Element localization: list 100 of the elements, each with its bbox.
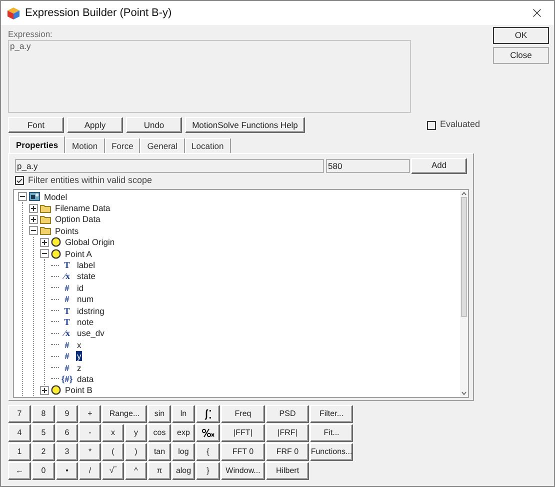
tree-item[interactable]: use_dv bbox=[76, 328, 106, 338]
keypad-key[interactable]: Functions... bbox=[310, 443, 353, 461]
keypad-key[interactable]: * bbox=[79, 443, 101, 461]
type-icon: # bbox=[61, 282, 73, 293]
plus-box-icon[interactable] bbox=[29, 204, 38, 213]
folder-icon bbox=[40, 226, 51, 236]
keypad-key[interactable]: Window... bbox=[221, 462, 265, 480]
keypad-key[interactable]: 2 bbox=[32, 443, 55, 461]
keypad-key[interactable]: 7 bbox=[8, 405, 31, 423]
keypad-key[interactable]: ) bbox=[125, 443, 147, 461]
tree-item[interactable]: Global Origin bbox=[64, 237, 116, 248]
keypad-key[interactable]: |FFT| bbox=[221, 424, 265, 442]
tree-item[interactable]: y bbox=[76, 351, 82, 362]
minus-box-icon[interactable] bbox=[18, 192, 27, 202]
checkbox[interactable] bbox=[426, 120, 436, 130]
tree-item[interactable]: z bbox=[76, 362, 82, 373]
keypad-key[interactable]: Filter... bbox=[310, 405, 353, 423]
tree-item[interactable]: Point B bbox=[64, 385, 94, 396]
checkbox[interactable] bbox=[15, 176, 24, 185]
keypad-key[interactable]: y bbox=[125, 424, 147, 442]
keypad-key[interactable]: } bbox=[196, 462, 220, 480]
keypad-key[interactable]: 0 bbox=[32, 462, 55, 480]
keypad-key[interactable]: - bbox=[79, 424, 101, 442]
id-field[interactable]: 580 bbox=[326, 158, 410, 172]
scrollbar-thumb[interactable] bbox=[461, 197, 467, 317]
tree-item[interactable]: note bbox=[76, 316, 95, 327]
keypad-key[interactable]: log bbox=[172, 443, 195, 461]
keypad-key[interactable]: Fit... bbox=[310, 424, 353, 442]
keypad-key[interactable]: ^ bbox=[125, 462, 147, 480]
toolbar-button[interactable]: MotionSolve Functions Help bbox=[185, 117, 305, 133]
keypad-key[interactable]: exp bbox=[172, 424, 195, 442]
minus-box-icon[interactable] bbox=[40, 249, 49, 258]
tree-item[interactable]: idstring bbox=[76, 306, 106, 316]
keypad-key[interactable]: Freq bbox=[221, 405, 265, 423]
tab[interactable]: Location bbox=[184, 138, 231, 153]
keypad-key[interactable]: 3 bbox=[56, 443, 78, 461]
keypad-key[interactable]: FFT 0 bbox=[221, 443, 265, 461]
dialog-button[interactable]: OK bbox=[493, 27, 549, 44]
toolbar-button[interactable]: Undo bbox=[126, 117, 182, 133]
keypad-key[interactable]: + bbox=[79, 405, 101, 423]
folder-icon bbox=[40, 214, 51, 224]
dialog-button[interactable]: Close bbox=[493, 47, 549, 64]
keypad-key[interactable]: FRF 0 bbox=[266, 443, 309, 461]
keypad-key[interactable]: Range... bbox=[102, 405, 147, 423]
plus-box-icon[interactable] bbox=[29, 214, 38, 224]
tree-item[interactable]: id bbox=[76, 282, 85, 293]
keypad-key[interactable]: ln bbox=[172, 405, 195, 423]
keypad-key[interactable]: 5 bbox=[32, 424, 55, 442]
derivative-button[interactable] bbox=[196, 424, 220, 442]
keypad-key[interactable]: alog bbox=[172, 462, 195, 480]
keypad-key[interactable]: PSD bbox=[266, 405, 309, 423]
checkbox-label: Evaluated bbox=[440, 118, 480, 132]
tree-item[interactable]: label bbox=[76, 260, 96, 270]
tree-item[interactable]: Option Data bbox=[54, 214, 102, 224]
tree-item[interactable]: Model bbox=[43, 192, 68, 202]
tree-item[interactable]: x bbox=[76, 340, 82, 350]
keypad-key[interactable]: sin bbox=[148, 405, 171, 423]
integral-button[interactable] bbox=[196, 405, 220, 423]
keypad-key[interactable]: { bbox=[196, 443, 220, 461]
keypad-key[interactable]: ← bbox=[8, 462, 31, 480]
scrollbar[interactable] bbox=[460, 190, 468, 397]
keypad-key[interactable]: 4 bbox=[8, 424, 31, 442]
keypad-key[interactable]: tan bbox=[148, 443, 171, 461]
plus-box-icon[interactable] bbox=[40, 238, 49, 247]
keypad-key[interactable]: 6 bbox=[56, 424, 78, 442]
tree-item[interactable]: data bbox=[76, 374, 95, 384]
keypad-key[interactable]: |FRF| bbox=[266, 424, 309, 442]
minus-box-icon[interactable] bbox=[29, 226, 38, 236]
toolbar-button[interactable]: Apply bbox=[67, 117, 123, 133]
keypad-key[interactable]: x bbox=[102, 424, 124, 442]
tree-item[interactable]: Filename Data bbox=[54, 203, 112, 214]
toolbar-button[interactable]: Font bbox=[8, 117, 64, 133]
keypad-key[interactable]: 8 bbox=[32, 405, 55, 423]
keypad-key[interactable]: • bbox=[56, 462, 78, 480]
expression-label: Expression: bbox=[8, 29, 54, 40]
tree-item[interactable]: Point A bbox=[64, 248, 93, 259]
keypad-key[interactable]: π bbox=[148, 462, 171, 480]
tab[interactable]: Force bbox=[104, 138, 140, 153]
tree-item[interactable]: num bbox=[76, 294, 95, 304]
keypad-key[interactable]: 1 bbox=[8, 443, 31, 461]
tree-item[interactable]: Points bbox=[54, 226, 80, 236]
expression-field[interactable]: p_a.y bbox=[8, 40, 411, 113]
tab[interactable]: Properties bbox=[9, 136, 66, 153]
tab[interactable]: General bbox=[140, 138, 185, 153]
keypad-key[interactable]: Hilbert bbox=[266, 462, 309, 480]
tree-item[interactable]: state bbox=[76, 271, 96, 282]
type-icon: ⁄x bbox=[61, 328, 73, 338]
tab[interactable]: Motion bbox=[65, 138, 105, 153]
plus-box-icon[interactable] bbox=[40, 386, 49, 395]
keypad-key[interactable]: cos bbox=[148, 424, 171, 442]
keypad-key[interactable]: / bbox=[79, 462, 101, 480]
keypad-key[interactable]: √‾ bbox=[102, 462, 124, 480]
type-icon: ⁄x bbox=[61, 271, 73, 282]
keypad-key[interactable]: ( bbox=[102, 443, 124, 461]
checkbox-label: Filter entities within valid scope bbox=[28, 174, 152, 187]
add-button[interactable]: Add bbox=[411, 158, 467, 174]
entity-field[interactable]: p_a.y bbox=[15, 158, 324, 172]
scroll-down-icon[interactable] bbox=[461, 391, 467, 396]
keypad-key[interactable]: 9 bbox=[56, 405, 78, 423]
scroll-up-icon[interactable] bbox=[461, 191, 467, 196]
